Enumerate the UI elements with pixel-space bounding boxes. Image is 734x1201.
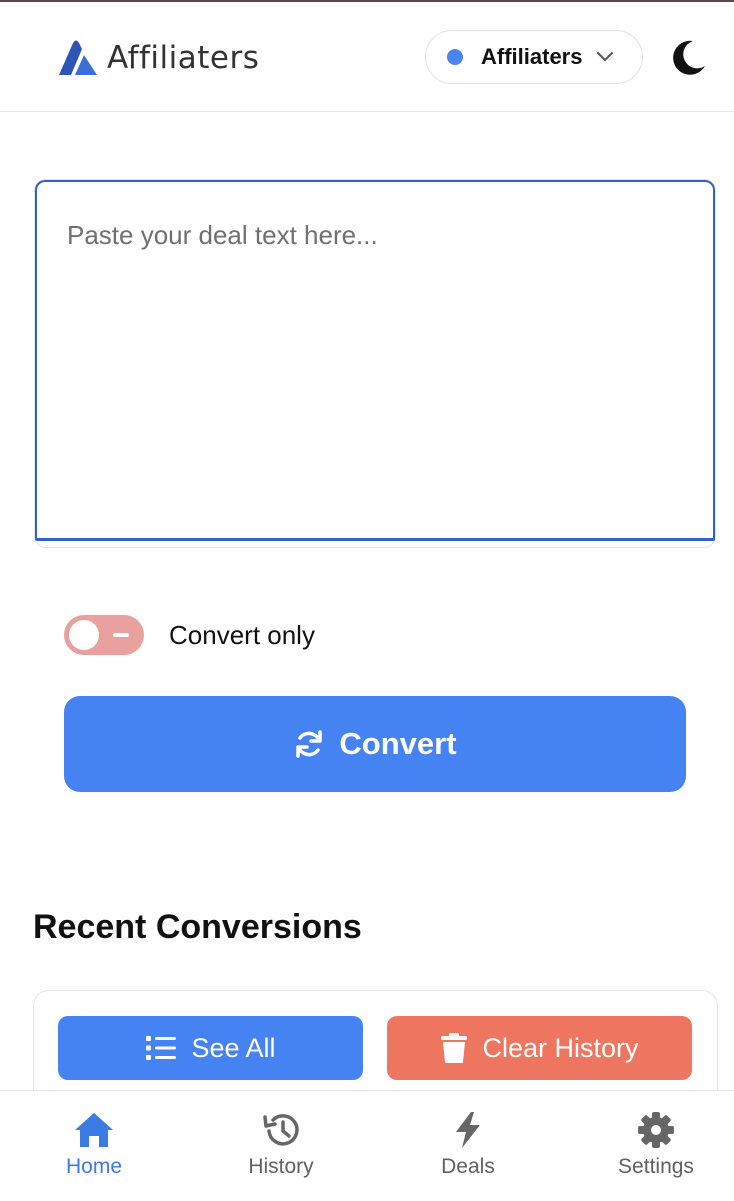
deal-input-card: [34, 179, 716, 548]
history-icon: [263, 1114, 299, 1146]
nav-item-home[interactable]: Home: [24, 1091, 164, 1201]
convert-only-row: Convert only: [64, 615, 315, 655]
chevron-down-icon: [596, 51, 614, 63]
convert-only-label: Convert only: [169, 619, 315, 650]
account-selector[interactable]: Affiliaters: [425, 30, 643, 84]
clear-history-label: Clear History: [482, 1032, 639, 1063]
deal-text-input[interactable]: [35, 180, 715, 541]
convert-button-label: Convert: [339, 726, 457, 761]
nav-label-settings: Settings: [618, 1155, 694, 1178]
see-all-label: See All: [191, 1032, 276, 1063]
see-all-button[interactable]: See All: [58, 1016, 363, 1080]
bottom-navigation: Home History Deals Settings: [0, 1090, 734, 1200]
gear-icon: [638, 1112, 674, 1148]
nav-item-deals[interactable]: Deals: [398, 1091, 538, 1201]
account-selector-label: Affiliaters: [481, 44, 583, 69]
clear-history-button[interactable]: Clear History: [387, 1016, 692, 1080]
trash-icon: [441, 1033, 468, 1063]
refresh-icon: [296, 730, 323, 758]
bolt-icon: [456, 1112, 480, 1148]
nav-label-deals: Deals: [441, 1155, 495, 1178]
list-icon: [146, 1036, 177, 1060]
nav-label-home: Home: [65, 1155, 123, 1178]
home-icon: [75, 1113, 113, 1147]
recent-conversions-title: Recent Conversions: [33, 908, 362, 946]
account-status-dot: [447, 49, 463, 65]
convert-button[interactable]: Convert: [64, 696, 686, 792]
app-header: Affiliaters Affiliaters: [0, 2, 734, 112]
nav-item-settings[interactable]: Settings: [586, 1091, 726, 1201]
nav-label-history: History: [248, 1155, 314, 1178]
logo-icon: [59, 40, 97, 75]
toggle-off-indicator: [113, 633, 129, 637]
logo-text: Affiliaters: [107, 40, 260, 76]
moon-icon[interactable]: [668, 38, 708, 78]
nav-item-history[interactable]: History: [211, 1091, 351, 1201]
convert-only-toggle[interactable]: [64, 615, 144, 655]
toggle-knob: [69, 620, 99, 650]
app-logo[interactable]: Affiliaters: [57, 36, 259, 80]
